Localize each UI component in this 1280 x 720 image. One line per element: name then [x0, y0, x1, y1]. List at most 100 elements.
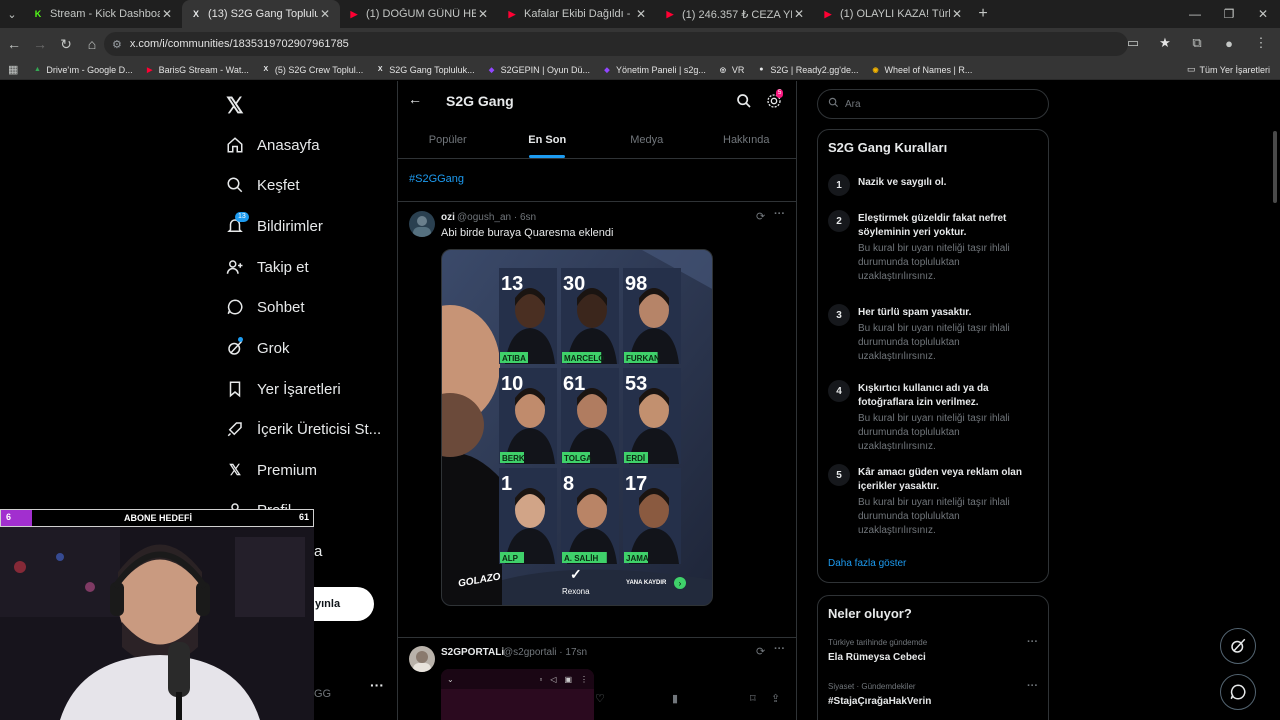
back-arrow-icon[interactable]: ←	[408, 91, 422, 107]
minimize-icon[interactable]: —	[1178, 0, 1212, 28]
page-scrollbar[interactable]	[1270, 81, 1280, 720]
close-tab-icon[interactable]: ✕	[634, 7, 648, 21]
nav-notifications[interactable]: 13 Bildirimler	[226, 212, 323, 238]
browser-menu-icon[interactable]: ⋮	[1250, 32, 1272, 54]
extensions-icon[interactable]: ⧉	[1186, 32, 1208, 54]
avatar[interactable]	[409, 646, 435, 672]
browser-tab[interactable]: K Stream - Kick Dashboard✕	[24, 0, 182, 28]
trends-panel: Neler oluyor? Türkiye tarihinde gündemde…	[817, 595, 1049, 720]
rule-number: 2	[828, 210, 850, 232]
player-name: A. SALİH	[564, 554, 598, 563]
chevron-down-icon[interactable]: ⌄	[447, 675, 454, 684]
nav-more[interactable]: a	[314, 539, 322, 563]
post-author-handle[interactable]: @ogush_an · 6sn	[457, 212, 536, 223]
tab-popular[interactable]: Popüler	[398, 121, 498, 158]
browser-tab[interactable]: ▶ (1) 246.357 ₺ CEZA YEDİ! Türkiy✕	[656, 0, 814, 28]
community-tabs: Popüler En Son Medya Hakkında	[398, 121, 796, 159]
trend-name: Ela Rümeysa Cebeci	[828, 652, 926, 663]
avatar[interactable]	[409, 211, 435, 237]
browser-tab[interactable]: ▶ (1) DOĞUM GÜNÜ HEDİYELERİ✕	[340, 0, 498, 28]
trend-options-icon[interactable]: ···	[1027, 680, 1038, 692]
tab-media[interactable]: Medya	[597, 121, 697, 158]
bookmark-item[interactable]: ◆ S2GEPIN | Oyun Dü...	[487, 65, 590, 75]
mute-icon[interactable]: ◁	[550, 675, 556, 684]
search-input[interactable]: Ara	[817, 89, 1049, 119]
bookmark-item[interactable]: ◎ VR	[718, 65, 745, 75]
forward-icon[interactable]: →	[28, 32, 52, 56]
post[interactable]: ozi @ogush_an · 6sn ⟳ ··· Abi birde bura…	[398, 202, 796, 705]
browser-tab[interactable]: ▶ (1) OLAYLI KAZA! Türkiye'de Ya✕	[814, 0, 972, 28]
cast-icon[interactable]: ▭	[1122, 32, 1144, 54]
search-icon[interactable]	[736, 93, 752, 109]
close-tab-icon[interactable]: ✕	[792, 7, 806, 21]
show-more-link[interactable]: Daha fazla göster	[828, 558, 906, 569]
bookmark-item[interactable]: X S2G Gang Topluluk...	[375, 65, 475, 75]
video-menu-icon[interactable]: ⋮	[580, 675, 588, 684]
post-author-name[interactable]: S2GPORTALi	[441, 647, 504, 658]
close-tab-icon[interactable]: ✕	[950, 7, 964, 21]
restore-icon[interactable]: ❐	[1212, 0, 1246, 28]
reload-icon[interactable]: ↻	[54, 32, 78, 56]
nav-creator-studio[interactable]: İçerik Üreticisi St...	[226, 417, 381, 441]
trend-options-icon[interactable]: ···	[1027, 636, 1038, 648]
nav-chat[interactable]: Sohbet	[226, 295, 305, 319]
post-button[interactable]: yınla	[314, 587, 374, 621]
apps-icon[interactable]: ▦	[8, 63, 18, 76]
home-icon[interactable]: ⌂	[80, 32, 104, 56]
new-tab-button[interactable]: +	[972, 5, 994, 23]
grok-analyze-icon[interactable]: ⟳	[756, 210, 765, 223]
lock-icon[interactable]: ▫	[539, 675, 542, 684]
nav-follow[interactable]: Takip et	[226, 255, 309, 279]
player-number: 61	[563, 373, 585, 395]
bookmark-item[interactable]: ◆ Yönetim Paneli | s2g...	[602, 65, 706, 75]
post-image[interactable]: 13 ATIBA 30 MARCELO 98 FURKAN 10 BERK 61 TOLGA 53 E…	[441, 249, 713, 606]
nav-chat-label: Sohbet	[257, 298, 305, 316]
rule-number: 3	[828, 304, 850, 326]
grok-fab-icon[interactable]	[1220, 628, 1256, 664]
x-logo-icon[interactable]: 𝕏	[226, 93, 244, 119]
nav-bookmarks[interactable]: Yer İşaretleri	[226, 377, 341, 401]
grok-dot	[238, 337, 243, 342]
tab-search-button[interactable]: ⌄	[0, 0, 24, 28]
player-name: ERDİ	[626, 454, 645, 463]
browser-tab[interactable]: X (13) S2G Gang Topluluk / X✕	[182, 0, 340, 28]
star-icon[interactable]: ★	[1154, 32, 1176, 54]
scrollbar-thumb[interactable]	[1273, 131, 1277, 203]
swipe-arrow-icon: ›	[674, 577, 686, 589]
all-bookmarks[interactable]: ▭ Tüm Yer İşaretleri	[1187, 64, 1270, 75]
nav-explore[interactable]: Keşfet	[226, 173, 300, 197]
browser-tab[interactable]: ▶ Kafalar Ekibi Dağıldı - HESAP V✕	[498, 0, 656, 28]
close-window-icon[interactable]: ✕	[1246, 0, 1280, 28]
more-options-icon[interactable]: ···	[774, 643, 785, 655]
close-tab-icon[interactable]: ✕	[318, 7, 332, 21]
post-author-name[interactable]: ozi	[441, 212, 455, 223]
grok-analyze-icon[interactable]: ⟳	[756, 645, 765, 658]
bookmark-item[interactable]: X (5) S2G Crew Toplul...	[261, 65, 364, 75]
nav-home[interactable]: Anasayfa	[226, 133, 320, 157]
nav-grok[interactable]: Grok	[226, 336, 290, 360]
pip-icon[interactable]: ▣	[564, 675, 572, 684]
close-tab-icon[interactable]: ✕	[160, 7, 174, 21]
player-card: 8 A. SALİH	[561, 468, 619, 564]
community-hashtag[interactable]: #S2GGang	[409, 173, 464, 185]
post-video-thumbnail[interactable]: ⌄ ▫ ◁ ▣ ⋮	[441, 669, 594, 720]
site-info-icon[interactable]: ⚙	[112, 38, 122, 51]
bookmark-item[interactable]: ● S2G | Ready2.gg'de...	[756, 65, 858, 75]
back-icon[interactable]: ←	[2, 32, 26, 56]
url-bar[interactable]: ⚙ x.com/i/communities/183531970290796178…	[104, 32, 1128, 56]
account-menu-icon[interactable]: ···	[370, 677, 384, 693]
tab-title: (1) DOĞUM GÜNÜ HEDİYELERİ	[366, 8, 476, 20]
bookmark-item[interactable]: ▶ BarisG Stream - Wat...	[145, 65, 249, 75]
close-tab-icon[interactable]: ✕	[476, 7, 490, 21]
messages-fab-icon[interactable]	[1220, 674, 1256, 710]
player-name: BERK	[502, 454, 525, 463]
nav-premium[interactable]: 𝕏 Premium	[226, 458, 317, 482]
tab-latest[interactable]: En Son	[498, 121, 598, 158]
bookmark-item[interactable]: ◉ Wheel of Names | R...	[871, 65, 972, 75]
profile-avatar[interactable]: ●	[1218, 32, 1240, 54]
more-options-icon[interactable]: ···	[774, 208, 785, 220]
tab-about[interactable]: Hakkında	[697, 121, 797, 158]
bookmark-item[interactable]: ▲ Drive'ım - Google D...	[32, 65, 133, 75]
post-author-handle[interactable]: @s2gportali · 17sn	[503, 647, 587, 658]
bookmark-favicon-icon: ◆	[488, 66, 495, 74]
